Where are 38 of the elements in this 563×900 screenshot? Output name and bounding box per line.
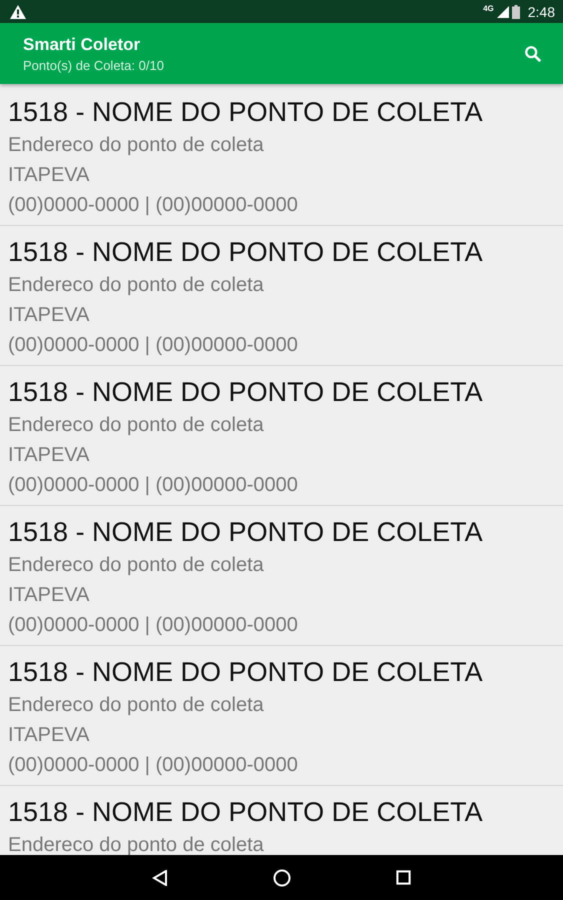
item-title: 1518 - NOME DO PONTO DE COLETA — [8, 796, 484, 829]
item-title: 1518 - NOME DO PONTO DE COLETA — [8, 96, 484, 129]
signal-icon — [496, 6, 509, 18]
item-city: ITAPEVA — [8, 723, 91, 748]
item-phones: (00)0000-0000 | (00)00000-0000 — [8, 473, 299, 498]
item-address: Endereco do ponto de coleta — [8, 273, 265, 298]
item-phones: (00)0000-0000 | (00)00000-0000 — [8, 193, 299, 218]
item-title: 1518 - NOME DO PONTO DE COLETA — [8, 656, 484, 689]
item-address: Endereco do ponto de coleta — [8, 413, 265, 438]
item-title: 1518 - NOME DO PONTO DE COLETA — [8, 376, 484, 409]
item-address: Endereco do ponto de coleta — [8, 553, 265, 578]
item-city: ITAPEVA — [8, 163, 91, 188]
network-label: 4G — [483, 4, 494, 13]
item-city: ITAPEVA — [8, 443, 91, 468]
clock: 2:48 — [528, 4, 555, 20]
item-phones: (00)0000-0000 | (00)00000-0000 — [8, 613, 299, 638]
list-item[interactable]: 1518 - NOME DO PONTO DE COLETA Endereco do ponto de coleta ITAPEVA (00)0000-0000 | (00)00000-0000 — [0, 226, 563, 366]
item-address: Endereco do ponto de coleta — [8, 833, 265, 855]
item-city: ITAPEVA — [8, 583, 91, 608]
list-item[interactable]: 1518 - NOME DO PONTO DE COLETA Endereco do ponto de coleta ITAPEVA (00)0000-0000 | (00)00000-0000 — [0, 366, 563, 506]
list-item[interactable]: 1518 - NOME DO PONTO DE COLETA Endereco do ponto de coleta ITAPEVA (00)0000-0000 | (00)00000-0000 — [0, 86, 563, 226]
item-phones: (00)0000-0000 | (00)00000-0000 — [8, 753, 299, 778]
item-address: Endereco do ponto de coleta — [8, 133, 265, 158]
home-icon[interactable] — [273, 868, 291, 886]
item-title: 1518 - NOME DO PONTO DE COLETA — [8, 236, 484, 269]
app-title: Smarti Coletor — [23, 34, 142, 54]
battery-icon — [512, 4, 520, 18]
back-icon[interactable] — [152, 870, 168, 886]
list-item[interactable]: 1518 - NOME DO PONTO DE COLETA Endereco do ponto de coleta ITAPEVA (00)0000-0000 | (00)00000-0000 — [0, 646, 563, 786]
item-phones: (00)0000-0000 | (00)00000-0000 — [8, 333, 299, 358]
list-item[interactable]: 1518 - NOME DO PONTO DE COLETA Endereco do ponto de coleta ITAPEVA (00)0000-0000 | (00)00000-0000 — [0, 506, 563, 646]
item-city: ITAPEVA — [8, 303, 91, 328]
recents-icon[interactable] — [396, 870, 411, 885]
search-icon[interactable] — [524, 44, 542, 62]
warning-icon — [10, 4, 26, 18]
item-address: Endereco do ponto de coleta — [8, 693, 265, 718]
item-title: 1518 - NOME DO PONTO DE COLETA — [8, 516, 484, 549]
app-subtitle: Ponto(s) de Coleta: 0/10 — [23, 58, 165, 72]
